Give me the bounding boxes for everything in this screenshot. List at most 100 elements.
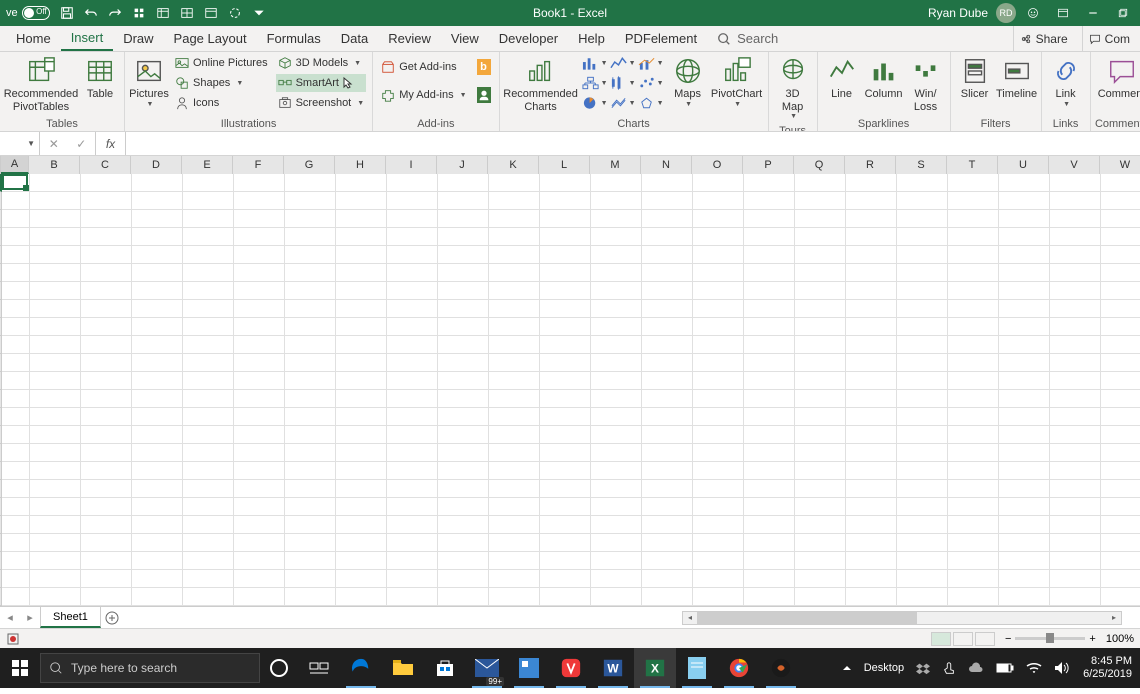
cell[interactable] (438, 318, 489, 336)
cell[interactable] (1101, 192, 1140, 210)
cell[interactable] (948, 228, 999, 246)
cell[interactable] (2, 228, 30, 246)
zoom-out-button[interactable]: − (1005, 633, 1011, 645)
cell[interactable] (336, 570, 387, 588)
surface-chart-button[interactable]: ▼ (610, 94, 636, 112)
cell[interactable] (387, 534, 438, 552)
cell[interactable] (234, 426, 285, 444)
share-button[interactable]: Share (1013, 26, 1074, 51)
cell[interactable] (30, 390, 81, 408)
cell[interactable] (744, 354, 795, 372)
cell[interactable] (489, 192, 540, 210)
cell[interactable] (744, 246, 795, 264)
cell[interactable] (744, 390, 795, 408)
cell[interactable] (846, 282, 897, 300)
cell[interactable] (1101, 174, 1140, 192)
cell[interactable] (1101, 480, 1140, 498)
column-header[interactable]: V (1049, 156, 1100, 174)
column-header[interactable]: E (182, 156, 233, 174)
cell[interactable] (540, 444, 591, 462)
ribbon-display-icon[interactable] (1050, 2, 1076, 24)
cell[interactable] (846, 318, 897, 336)
cell[interactable] (1101, 354, 1140, 372)
hscroll-thumb[interactable] (697, 612, 917, 624)
user-avatar[interactable]: RD (996, 3, 1016, 23)
qat-customize-icon[interactable] (248, 2, 270, 24)
cell[interactable] (1050, 462, 1101, 480)
cell[interactable] (693, 390, 744, 408)
cell[interactable] (234, 516, 285, 534)
page-layout-view-button[interactable] (953, 632, 973, 646)
cell[interactable] (795, 174, 846, 192)
cell[interactable] (591, 300, 642, 318)
cell[interactable] (948, 300, 999, 318)
cell[interactable] (132, 354, 183, 372)
cell[interactable] (30, 570, 81, 588)
cell[interactable] (387, 552, 438, 570)
file-explorer-icon[interactable] (382, 648, 424, 688)
cell[interactable] (285, 408, 336, 426)
cell[interactable] (387, 336, 438, 354)
desktop-label[interactable]: Desktop (859, 648, 909, 688)
cell[interactable] (642, 408, 693, 426)
cell[interactable] (948, 462, 999, 480)
cell[interactable] (132, 246, 183, 264)
name-box[interactable]: ▼ (0, 132, 40, 155)
cell[interactable] (693, 228, 744, 246)
cell[interactable] (30, 282, 81, 300)
cell[interactable] (81, 462, 132, 480)
cell[interactable] (693, 264, 744, 282)
cell[interactable] (234, 210, 285, 228)
cell[interactable] (999, 480, 1050, 498)
cell[interactable] (438, 588, 489, 606)
autosave-toggle[interactable]: ve Off (2, 2, 54, 24)
cell[interactable] (285, 552, 336, 570)
cell[interactable] (336, 552, 387, 570)
cell[interactable] (999, 570, 1050, 588)
start-button[interactable] (0, 648, 40, 688)
cell[interactable] (2, 588, 30, 606)
3d-models-button[interactable]: 3D Models▼ (276, 54, 367, 72)
column-header[interactable]: G (284, 156, 335, 174)
cell[interactable] (948, 246, 999, 264)
cell[interactable] (489, 246, 540, 264)
cell[interactable] (387, 462, 438, 480)
cell[interactable] (1101, 534, 1140, 552)
face-icon[interactable] (1020, 2, 1046, 24)
cell[interactable] (846, 210, 897, 228)
cell[interactable] (387, 516, 438, 534)
cell[interactable] (81, 336, 132, 354)
cell[interactable] (336, 318, 387, 336)
cell[interactable] (387, 300, 438, 318)
cell[interactable] (642, 336, 693, 354)
cell[interactable] (1050, 300, 1101, 318)
cell[interactable] (540, 354, 591, 372)
cell[interactable] (948, 390, 999, 408)
cell[interactable] (846, 354, 897, 372)
cell[interactable] (2, 552, 30, 570)
cell[interactable] (2, 336, 30, 354)
cell[interactable] (591, 588, 642, 606)
cell[interactable] (30, 516, 81, 534)
cell[interactable] (1050, 552, 1101, 570)
cell[interactable] (387, 588, 438, 606)
tab-help[interactable]: Help (568, 26, 615, 51)
column-header[interactable]: P (743, 156, 794, 174)
cancel-formula-icon[interactable]: ✕ (49, 137, 59, 151)
cell[interactable] (999, 372, 1050, 390)
cell[interactable] (438, 282, 489, 300)
cell[interactable] (1050, 318, 1101, 336)
cell[interactable] (183, 516, 234, 534)
cell[interactable] (642, 318, 693, 336)
cell[interactable] (897, 264, 948, 282)
cell[interactable] (183, 390, 234, 408)
cell[interactable] (132, 570, 183, 588)
cell[interactable] (540, 426, 591, 444)
cell[interactable] (2, 426, 30, 444)
restore-icon[interactable] (1110, 2, 1136, 24)
cell[interactable] (846, 570, 897, 588)
cell[interactable] (234, 570, 285, 588)
cell[interactable] (285, 444, 336, 462)
cell[interactable] (999, 174, 1050, 192)
cell[interactable] (795, 192, 846, 210)
